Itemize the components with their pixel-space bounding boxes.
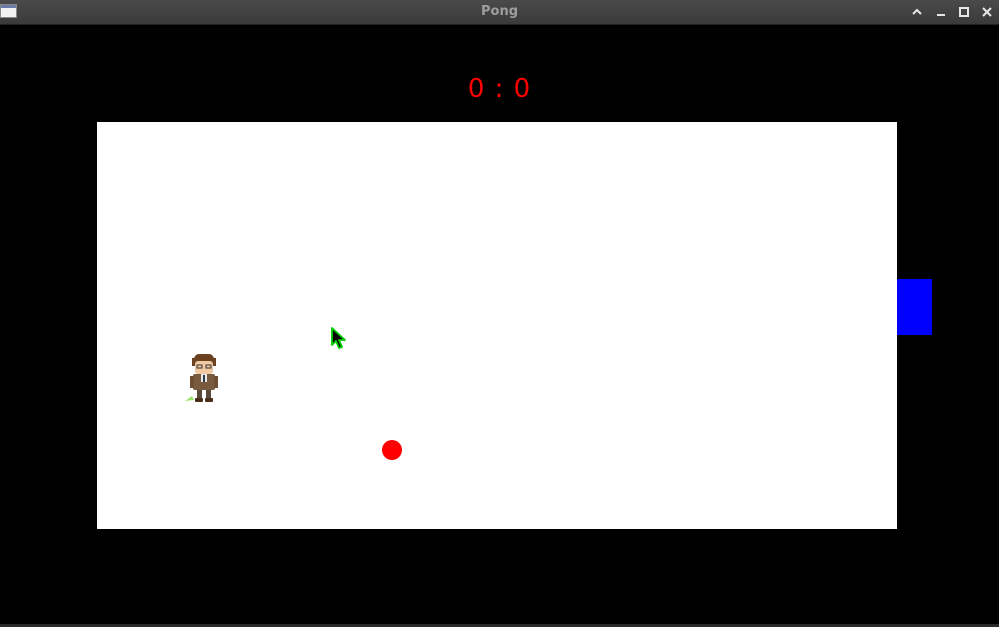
shade-button[interactable] [908,3,926,21]
play-field[interactable] [97,122,897,529]
maximize-icon [959,7,969,17]
close-button[interactable] [978,3,996,21]
ball [382,440,402,460]
title-bar[interactable]: Pong [0,0,999,25]
chevron-up-icon [912,8,922,15]
mouse-cursor-icon [331,327,346,349]
minimize-icon [937,14,945,16]
right-paddle [897,279,932,335]
window-title: Pong [480,4,519,19]
character-sprite [185,354,218,402]
score-display: 0 : 0 [467,74,532,104]
maximize-button[interactable] [955,3,973,21]
game-window: Pong 0 : 0 [0,0,999,627]
minimize-button[interactable] [932,3,950,21]
close-icon [982,7,992,17]
